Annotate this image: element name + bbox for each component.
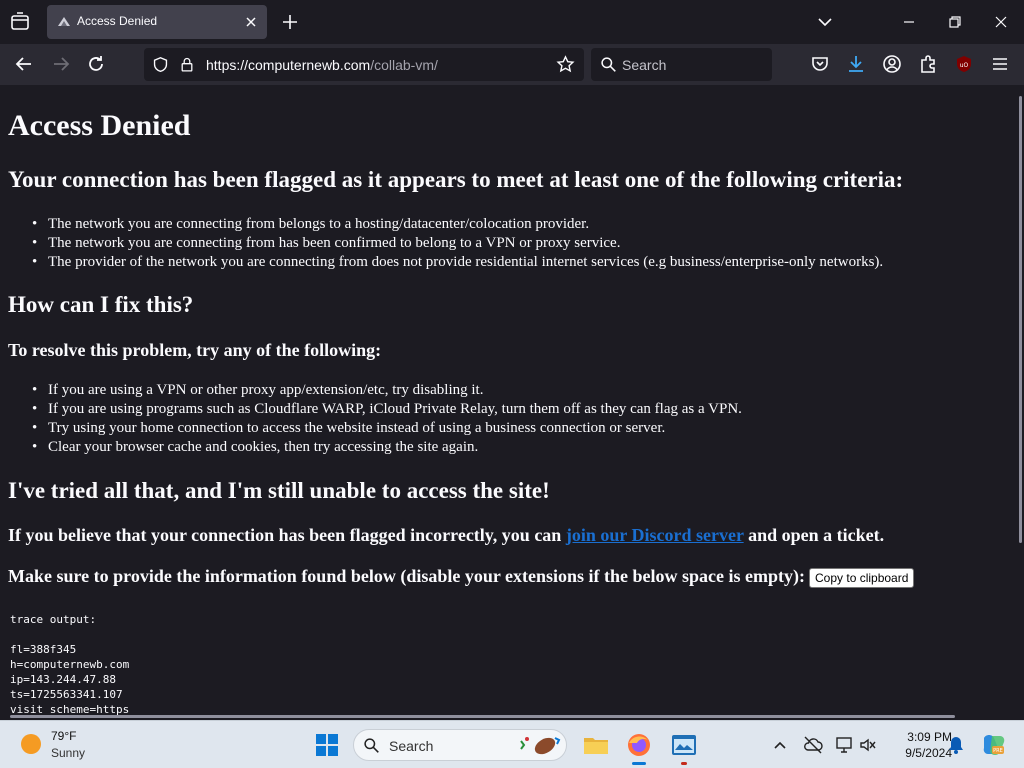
url-text: https://computernewb.com/collab-vm/ <box>206 57 438 73</box>
trace-output: trace output: fl=388f345 h=computernewb.… <box>10 612 129 717</box>
vertical-scrollbar-thumb[interactable] <box>1019 96 1022 543</box>
list-item: Clear your browser cache and cookies, th… <box>32 438 742 457</box>
extensions-puzzle-icon[interactable] <box>918 54 938 74</box>
list-item: The network you are connecting from has … <box>32 234 883 253</box>
provide-info-paragraph: Make sure to provide the information fou… <box>8 566 915 588</box>
system-clock[interactable]: 3:09 PM 9/5/2024 <box>884 729 952 761</box>
close-tab-icon[interactable] <box>243 14 259 30</box>
url-path: /collab-vm/ <box>370 57 438 73</box>
weather-temperature[interactable]: 79°F <box>51 729 76 743</box>
list-item: Try using your home connection to access… <box>32 419 742 438</box>
horizontal-scrollbar[interactable] <box>10 715 955 718</box>
minimize-window-icon[interactable] <box>899 12 919 32</box>
list-item: If you are using a VPN or other proxy ap… <box>32 381 742 400</box>
taskbar-search-label: Search <box>389 738 434 754</box>
page-content: Access Denied Your connection has been f… <box>0 85 1018 719</box>
search-icon <box>601 57 616 72</box>
copy-to-clipboard-button[interactable]: Copy to clipboard <box>809 567 915 588</box>
list-item: If you are using programs such as Cloudf… <box>32 400 742 419</box>
page-title: Access Denied <box>8 109 191 142</box>
speaker-muted-icon[interactable] <box>859 736 877 754</box>
firefox-icon[interactable] <box>625 731 653 759</box>
taskbar-search-box[interactable]: Search <box>353 729 567 761</box>
taskbar-search-icon <box>364 738 379 753</box>
app-window-icon[interactable] <box>670 731 698 759</box>
discord-link[interactable]: join our Discord server <box>566 525 744 545</box>
svg-text:uO: uO <box>960 62 969 69</box>
lock-icon[interactable] <box>179 56 195 73</box>
discord-paragraph: If you believe that your connection has … <box>8 525 884 546</box>
forward-arrow-icon[interactable] <box>51 54 71 74</box>
clock-date: 9/5/2024 <box>905 746 952 760</box>
search-highlight-football-icon <box>520 737 561 755</box>
trace-line: ts=1725563341.107 <box>10 688 123 701</box>
fixes-list: If you are using a VPN or other proxy ap… <box>32 381 742 457</box>
notification-bell-icon[interactable] <box>948 736 964 754</box>
tab-title: Access Denied <box>77 14 158 28</box>
show-hidden-icons-chevron-icon[interactable] <box>773 738 787 752</box>
list-all-tabs-chevron-icon[interactable] <box>816 13 834 31</box>
url-domain: https://computernewb.com <box>206 57 371 73</box>
back-arrow-icon[interactable] <box>14 54 34 74</box>
tab-access-denied[interactable]: Access Denied <box>47 5 267 39</box>
menu-hamburger-icon[interactable] <box>990 54 1010 74</box>
file-explorer-icon[interactable] <box>582 731 610 759</box>
close-window-icon[interactable] <box>991 12 1011 32</box>
search-bar[interactable]: Search <box>591 48 772 81</box>
url-bar[interactable]: https://computernewb.com/collab-vm/ <box>144 48 584 81</box>
windows-start-icon[interactable] <box>313 731 341 759</box>
tab-list-icon[interactable] <box>8 10 32 34</box>
resolve-heading: To resolve this problem, try any of the … <box>8 340 382 360</box>
criteria-list: The network you are connecting from belo… <box>32 215 883 272</box>
list-item: The network you are connecting from belo… <box>32 215 883 234</box>
cloud-sync-off-icon[interactable] <box>803 735 823 755</box>
account-icon[interactable] <box>882 54 902 74</box>
pocket-icon[interactable] <box>810 54 830 74</box>
ublock-origin-icon[interactable]: uO <box>954 54 974 74</box>
tab-bar: Access Denied <box>0 0 1024 44</box>
copilot-icon[interactable]: PRE <box>980 732 1006 758</box>
windows-taskbar: 79°F Sunny Search 3:09 PM 9/5/2024 PRE <box>0 720 1024 768</box>
new-tab-icon[interactable] <box>280 12 300 32</box>
discord-text-pre: If you believe that your connection has … <box>8 525 566 545</box>
trace-line: ip=143.244.47.88 <box>10 673 116 686</box>
discord-text-post: and open a ticket. <box>743 525 885 545</box>
weather-condition[interactable]: Sunny <box>51 746 85 760</box>
app-attention-indicator <box>681 762 687 765</box>
site-favicon-icon <box>58 17 70 26</box>
network-display-icon[interactable] <box>835 735 853 755</box>
tracking-protection-shield-icon[interactable] <box>152 56 169 73</box>
tried-heading: I've tried all that, and I'm still unabl… <box>8 478 550 503</box>
trace-line: fl=388f345 <box>10 643 77 656</box>
fix-heading: How can I fix this? <box>8 292 194 317</box>
provide-info-text: Make sure to provide the information fou… <box>8 566 806 586</box>
bookmark-star-icon[interactable] <box>556 55 575 74</box>
trace-label: trace output: <box>10 613 97 626</box>
list-item: The provider of the network you are conn… <box>32 253 883 272</box>
clock-time: 3:09 PM <box>907 730 952 744</box>
svg-text:PRE: PRE <box>993 748 1003 754</box>
trace-line: h=computernewb.com <box>10 658 130 671</box>
downloads-icon[interactable] <box>846 54 866 74</box>
restore-window-icon[interactable] <box>945 12 965 32</box>
sun-weather-icon[interactable] <box>21 734 41 754</box>
search-bar-placeholder: Search <box>622 57 667 73</box>
criteria-heading: Your connection has been flagged as it a… <box>8 167 904 192</box>
firefox-active-indicator <box>632 762 646 765</box>
reload-icon[interactable] <box>86 54 106 74</box>
